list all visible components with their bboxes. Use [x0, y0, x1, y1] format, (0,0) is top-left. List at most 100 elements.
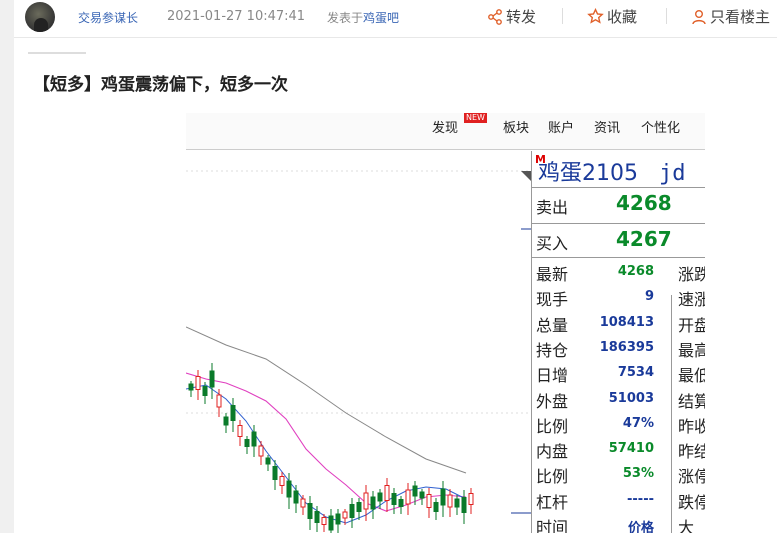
- kline-chart: [186, 151, 531, 533]
- candle-body: [272, 466, 278, 480]
- candle-body: [433, 502, 439, 512]
- post-title: 【短多】鸡蛋震荡偏下，短多一次: [33, 75, 288, 95]
- candle-body: [265, 457, 271, 465]
- divider: [671, 295, 672, 533]
- menu-sectors: 板块: [503, 121, 530, 136]
- candle-body: [300, 498, 306, 508]
- candle-body: [237, 425, 243, 437]
- share-icon: [488, 8, 502, 25]
- quote-label-right: 结算: [678, 391, 705, 411]
- quote-value: 7534: [617, 365, 654, 381]
- quote-label: 外盘: [536, 391, 569, 411]
- contract-name: 鸡蛋2105: [538, 161, 638, 186]
- candle-body: [286, 480, 292, 498]
- candle-body: [258, 445, 264, 457]
- candle-body: [279, 476, 285, 486]
- candle-body: [209, 370, 215, 388]
- author-name[interactable]: 交易参谋长: [78, 9, 138, 26]
- avatar[interactable]: [25, 2, 55, 32]
- candle-body: [384, 485, 390, 501]
- only-author-button[interactable]: 只看楼主: [691, 6, 770, 27]
- quote-value: 57410: [608, 441, 654, 457]
- star-icon: [587, 8, 604, 24]
- kline-chart-canvas: [186, 170, 531, 533]
- candle-body: [398, 499, 404, 507]
- menu-account: 账户: [548, 121, 575, 136]
- menu-discover: 发现: [432, 121, 459, 136]
- contract-title: M 鸡蛋2105 jd: [535, 153, 686, 187]
- app-menu-bar: 发现 NEW 板块 账户 资讯 个性化: [186, 113, 705, 150]
- share-label: 转发: [506, 8, 537, 26]
- quote-label: 日增: [536, 366, 569, 386]
- candle-body: [377, 492, 383, 502]
- candle-body: [412, 485, 418, 497]
- candle-body: [419, 491, 425, 499]
- quote-label: 总量: [536, 315, 569, 335]
- candle-body: [251, 431, 257, 447]
- quote-label-right: 大: [678, 518, 695, 533]
- candle-body: [349, 504, 355, 518]
- ma-line-mid: [186, 372, 467, 512]
- buy-row: 买入 4267: [532, 223, 705, 256]
- menu-personalize: 个性化: [641, 121, 681, 136]
- quote-label: 比例: [536, 467, 569, 487]
- quote-value: -----: [627, 491, 654, 507]
- quote-label-right: 跌停: [678, 492, 705, 512]
- divider: [562, 8, 563, 24]
- favorite-button[interactable]: 收藏: [587, 6, 637, 27]
- main-contract-badge: M: [535, 153, 546, 166]
- candle-body: [391, 493, 397, 505]
- candle-body: [447, 494, 453, 508]
- candle-body: [230, 405, 236, 421]
- menu-news: 资讯: [594, 121, 621, 136]
- candle-body: [293, 490, 299, 504]
- candle-body: [468, 493, 474, 505]
- quote-panel: M 鸡蛋2105 jd 卖出 4268 买入 4267 最新 4268 涨跌 现手 9 速…: [531, 151, 705, 533]
- candle-body: [454, 498, 460, 508]
- corner-marker: [521, 171, 531, 181]
- quote-label: 杠杆: [536, 492, 569, 512]
- buy-label: 买入: [536, 234, 569, 253]
- quote-label: 持仓: [536, 340, 569, 360]
- post-image[interactable]: 发现 NEW 板块 账户 资讯 个性化 M 鸡蛋2105 jd 卖出 4268: [186, 113, 705, 533]
- quote-label: 比例: [536, 416, 569, 436]
- share-button[interactable]: 转发: [487, 6, 536, 27]
- posted-in: 发表于鸡蛋吧: [327, 9, 399, 26]
- ma-line-short: [186, 384, 467, 524]
- quote-value: 51003: [608, 390, 654, 406]
- user-icon: [692, 9, 706, 24]
- candle-body: [307, 503, 313, 519]
- divider: [532, 257, 705, 258]
- quote-label-right: 昨结: [678, 442, 705, 462]
- candle-body: [440, 488, 446, 506]
- candle-body: [461, 497, 467, 513]
- forum-link[interactable]: 鸡蛋吧: [363, 11, 399, 25]
- candle-body: [202, 386, 208, 396]
- quote-label-right: 最低: [678, 366, 705, 386]
- candle-body: [356, 502, 362, 512]
- quote-label: 时间: [536, 518, 569, 533]
- quote-value: 47%: [622, 415, 654, 431]
- candle-body: [405, 489, 411, 505]
- candle-body: [342, 511, 348, 519]
- candlesticks: [188, 363, 474, 533]
- posted-in-label: 发表于: [327, 11, 364, 25]
- quote-label-right: 开盘: [678, 315, 705, 335]
- contract-code: jd: [659, 161, 686, 186]
- candle-body: [335, 513, 341, 525]
- quote-label-right: 涨停: [678, 467, 705, 487]
- quote-value: 186395: [599, 339, 654, 355]
- quote-value: 53%: [622, 466, 654, 482]
- candle-body: [321, 517, 327, 525]
- sell-row: 卖出 4268: [532, 187, 705, 220]
- quote-value: 价格: [627, 521, 654, 533]
- quote-label: 现手: [536, 290, 569, 310]
- buy-price: 4267: [616, 227, 672, 251]
- sell-price: 4268: [616, 191, 672, 215]
- candle-body: [314, 511, 320, 523]
- candle-body: [244, 439, 250, 447]
- quote-label-right: 最高: [678, 340, 705, 360]
- divider: [28, 52, 86, 54]
- new-badge: NEW: [464, 113, 487, 123]
- quote-label-right: 昨收: [678, 416, 705, 436]
